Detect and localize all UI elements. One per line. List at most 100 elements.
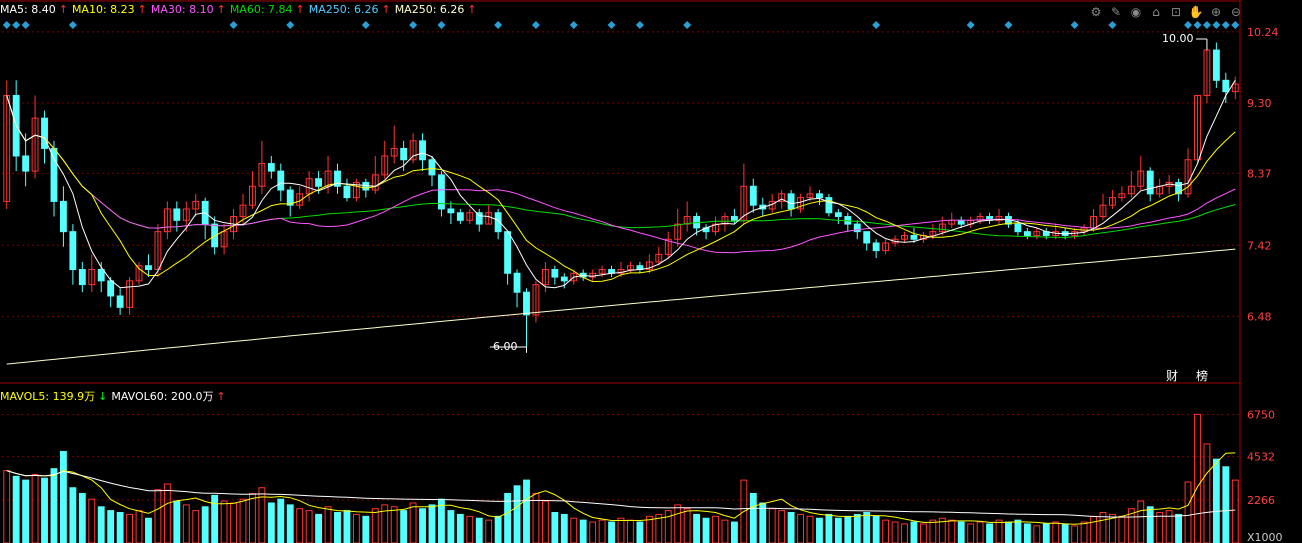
candle-body [957, 219, 965, 225]
volume-bar [192, 510, 200, 543]
candle-body [523, 291, 530, 316]
volume-bar [712, 515, 719, 543]
volume-bar [1222, 466, 1230, 543]
volume-bar [551, 512, 559, 543]
volume-bar [390, 506, 398, 543]
signal-diamond [286, 21, 295, 29]
candle-body [1212, 49, 1220, 81]
volume-bar [513, 485, 521, 543]
volume-bar [872, 515, 880, 543]
volume-bar [59, 451, 67, 543]
candle-body [872, 242, 880, 252]
volume-bar [173, 500, 181, 543]
candle-body [1014, 223, 1022, 233]
volume-bar [1042, 523, 1050, 543]
volume-bar [986, 523, 993, 543]
signal-diamond [635, 21, 644, 29]
volume-bar [428, 504, 436, 543]
volume-bar [362, 515, 370, 543]
volume-bar [107, 510, 115, 543]
volume-bar [1175, 513, 1183, 543]
volume-bar [910, 521, 918, 543]
volume-bar [929, 519, 937, 543]
kline-chart[interactable]: 10.24 9.30 8.37 7.42 6.48 6750 4532 2266 X1000 [0, 0, 1302, 543]
volume-bar [239, 498, 247, 543]
ma30-line [6, 95, 1236, 254]
volume-tick-label: 4532 [1247, 451, 1275, 464]
volume-bar [608, 521, 615, 543]
volume-bar [154, 489, 162, 543]
signal-diamond [872, 21, 881, 29]
volume-bar [627, 519, 634, 543]
signal-diamond [68, 21, 77, 29]
volume-bar [97, 506, 105, 543]
signal-diamond [494, 21, 503, 29]
candle-body [749, 185, 757, 206]
volume-bar [683, 508, 691, 543]
price-tick-label: 9.30 [1247, 97, 1272, 110]
candle-body [145, 265, 152, 270]
signal-diamond [1202, 21, 1211, 29]
signal-diamond [1221, 21, 1230, 29]
volume-bar [324, 506, 332, 543]
volume-bar [598, 519, 606, 543]
volume-bar [409, 502, 417, 543]
signal-diamond [683, 21, 692, 29]
candle-body [447, 208, 455, 214]
candle-body [560, 276, 568, 282]
volume-bar [806, 515, 814, 543]
candle-body [69, 231, 77, 270]
volume-bar [664, 510, 672, 543]
candle-body [825, 197, 833, 214]
candle-body [22, 155, 30, 172]
candle-body [551, 268, 559, 278]
candle-body [116, 295, 124, 308]
candle-body [107, 280, 115, 297]
volume-bar [286, 504, 294, 543]
signal-diamond [531, 21, 540, 29]
signal-diamond [1193, 21, 1202, 29]
volume-bar [967, 523, 975, 543]
volume-bar [721, 519, 729, 543]
candle-body [315, 178, 323, 187]
candle-body [1146, 170, 1154, 195]
candle-body [343, 185, 351, 199]
volume-bar [22, 479, 30, 543]
signal-diamond [229, 21, 238, 29]
volume-bar [816, 517, 823, 543]
volume-bar [759, 502, 767, 543]
signal-diamond [1231, 21, 1240, 29]
candle-body [456, 212, 464, 221]
volume-bar [730, 521, 738, 543]
candle-body [277, 170, 285, 191]
candle-body [428, 159, 436, 176]
volume-bar [258, 487, 266, 543]
volume-bar [589, 521, 597, 543]
volume-bar [230, 502, 237, 543]
candle-body [816, 193, 823, 199]
volume-bar [1033, 525, 1041, 543]
candle-body [910, 234, 918, 240]
volume-bar [674, 504, 682, 543]
signal-diamond [1108, 21, 1117, 29]
ma60-line [6, 95, 1236, 238]
volume-bar [135, 510, 143, 543]
volume-bar [41, 477, 48, 543]
volume-bar [315, 513, 323, 543]
signal-diamond [1070, 21, 1079, 29]
candle-body [475, 212, 483, 225]
volume-bar [1118, 515, 1126, 543]
candle-body [419, 140, 426, 161]
volume-bar [31, 473, 39, 543]
price-tick-label: 7.42 [1247, 239, 1272, 252]
signal-diamond [1184, 21, 1193, 29]
volume-bar [1165, 510, 1173, 543]
volume-tick-label: 2266 [1247, 494, 1275, 507]
volume-bar [1061, 523, 1069, 543]
candle-body [400, 147, 408, 161]
volume-bar [277, 498, 285, 543]
signal-diamond [409, 21, 418, 29]
vol-ma60-line [6, 470, 1236, 518]
signal-diamond [966, 21, 975, 29]
candle-body [267, 163, 275, 172]
